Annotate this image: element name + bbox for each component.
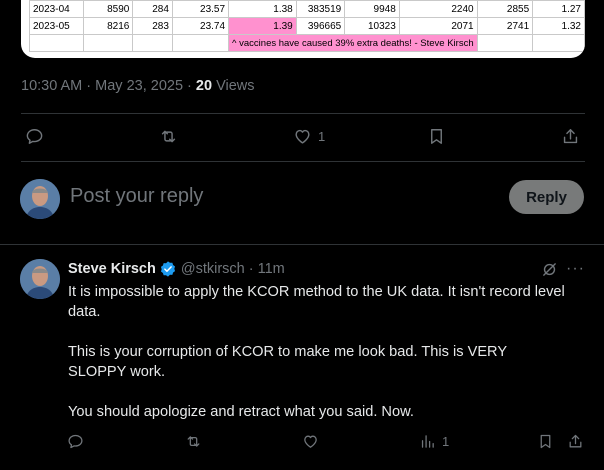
table-cell: 1.27: [532, 0, 585, 18]
divider: [0, 244, 604, 245]
table-row: ^ vaccines have caused 39% extra deaths!…: [28, 34, 585, 52]
heart-icon: [304, 435, 317, 448]
divider: [21, 113, 585, 114]
post-timestamp[interactable]: 10:30 AM · May 23, 2025 ·: [21, 78, 196, 94]
table-cell: 8216: [83, 17, 134, 35]
user-avatar[interactable]: [20, 179, 60, 219]
repost-action[interactable]: [185, 433, 202, 450]
repost-icon: [187, 436, 200, 447]
table-cell: 23.57: [171, 0, 230, 18]
table-cell: 2071: [398, 17, 478, 35]
heart-icon: [295, 129, 310, 144]
table-cell: 383519: [295, 0, 346, 18]
analytics-icon: [421, 435, 434, 448]
more-options-icon[interactable]: ···: [566, 260, 585, 278]
table-cell: 8590: [83, 0, 134, 18]
share-action[interactable]: [561, 127, 580, 146]
grok-icon[interactable]: [541, 261, 558, 278]
table-cell: 283: [132, 17, 173, 35]
like-action[interactable]: [302, 433, 319, 450]
share-action[interactable]: [567, 433, 584, 450]
author-name[interactable]: Steve Kirsch: [68, 261, 156, 277]
like-action[interactable]: 1: [293, 127, 325, 146]
share-icon: [569, 434, 582, 448]
data-table: 2023-04 8590 284 23.57 1.38 383519 9948 …: [28, 0, 585, 52]
table-cell: 2855: [476, 0, 534, 18]
highlighted-note: ^ vaccines have caused 39% extra deaths!…: [228, 34, 478, 52]
bookmark-icon: [540, 434, 551, 449]
table-cell: [171, 34, 230, 52]
table-cell: 2741: [476, 17, 534, 35]
views-label: Views: [212, 78, 255, 94]
table-cell: 9948: [344, 0, 400, 18]
table-cell: [476, 34, 534, 52]
spreadsheet-image[interactable]: 2023-04 8590 284 23.57 1.38 383519 9948 …: [21, 0, 585, 58]
table-row: 2023-04 8590 284 23.57 1.38 383519 9948 …: [28, 0, 585, 18]
table-cell: 2240: [398, 0, 478, 18]
table-cell: 396665: [295, 17, 346, 35]
table-cell: 10323: [344, 17, 400, 35]
repost-action[interactable]: [159, 127, 178, 146]
reply-action[interactable]: [67, 433, 84, 450]
tweet-body: It is impossible to apply the KCOR metho…: [68, 282, 568, 442]
views-count: 1: [442, 434, 450, 449]
tweet-header: Steve Kirsch @stkirsch · 11m: [68, 260, 285, 278]
table-row: 2023-05 8216 283 23.74 1.39 396665 10323…: [28, 17, 585, 35]
avatar-image: [20, 179, 60, 219]
table-cell: 284: [132, 0, 173, 18]
table-cell: 1.32: [532, 17, 585, 35]
verified-badge-icon: [160, 261, 175, 277]
table-cell: 1.38: [228, 0, 297, 18]
views-action[interactable]: 1: [419, 433, 449, 450]
table-cell: 23.74: [171, 17, 230, 35]
reply-icon: [26, 129, 43, 144]
tweet-paragraph: This is your corruption of KCOR to make …: [68, 344, 507, 380]
reply-action[interactable]: [25, 127, 44, 146]
reply-button[interactable]: Reply: [509, 180, 584, 214]
tweet-paragraph: You should apologize and retract what yo…: [68, 404, 414, 420]
tweet-paragraph: It is impossible to apply the KCOR metho…: [68, 284, 565, 320]
author-avatar[interactable]: [20, 259, 60, 299]
bookmark-action[interactable]: [537, 433, 554, 450]
post-meta: 10:30 AM · May 23, 2025 · 20 Views: [21, 78, 255, 94]
highlighted-cell: 1.39: [228, 17, 297, 35]
table-cell: [132, 34, 173, 52]
share-icon: [563, 129, 578, 144]
repost-icon: [161, 130, 176, 143]
bookmark-action[interactable]: [427, 127, 446, 146]
reply-icon: [68, 434, 83, 449]
views-count: 20: [195, 78, 213, 94]
table-cell: 2023-05: [28, 17, 85, 35]
table-cell: [532, 34, 585, 52]
avatar-image: [20, 259, 60, 299]
like-count: 1: [318, 129, 326, 144]
table-cell: [28, 34, 85, 52]
author-handle[interactable]: @stkirsch · 11m: [181, 261, 285, 277]
reply-input[interactable]: Post your reply: [70, 185, 203, 208]
bookmark-icon: [431, 129, 442, 144]
table-cell: [83, 34, 134, 52]
table-cell: 2023-04: [28, 0, 85, 18]
divider: [21, 161, 585, 162]
